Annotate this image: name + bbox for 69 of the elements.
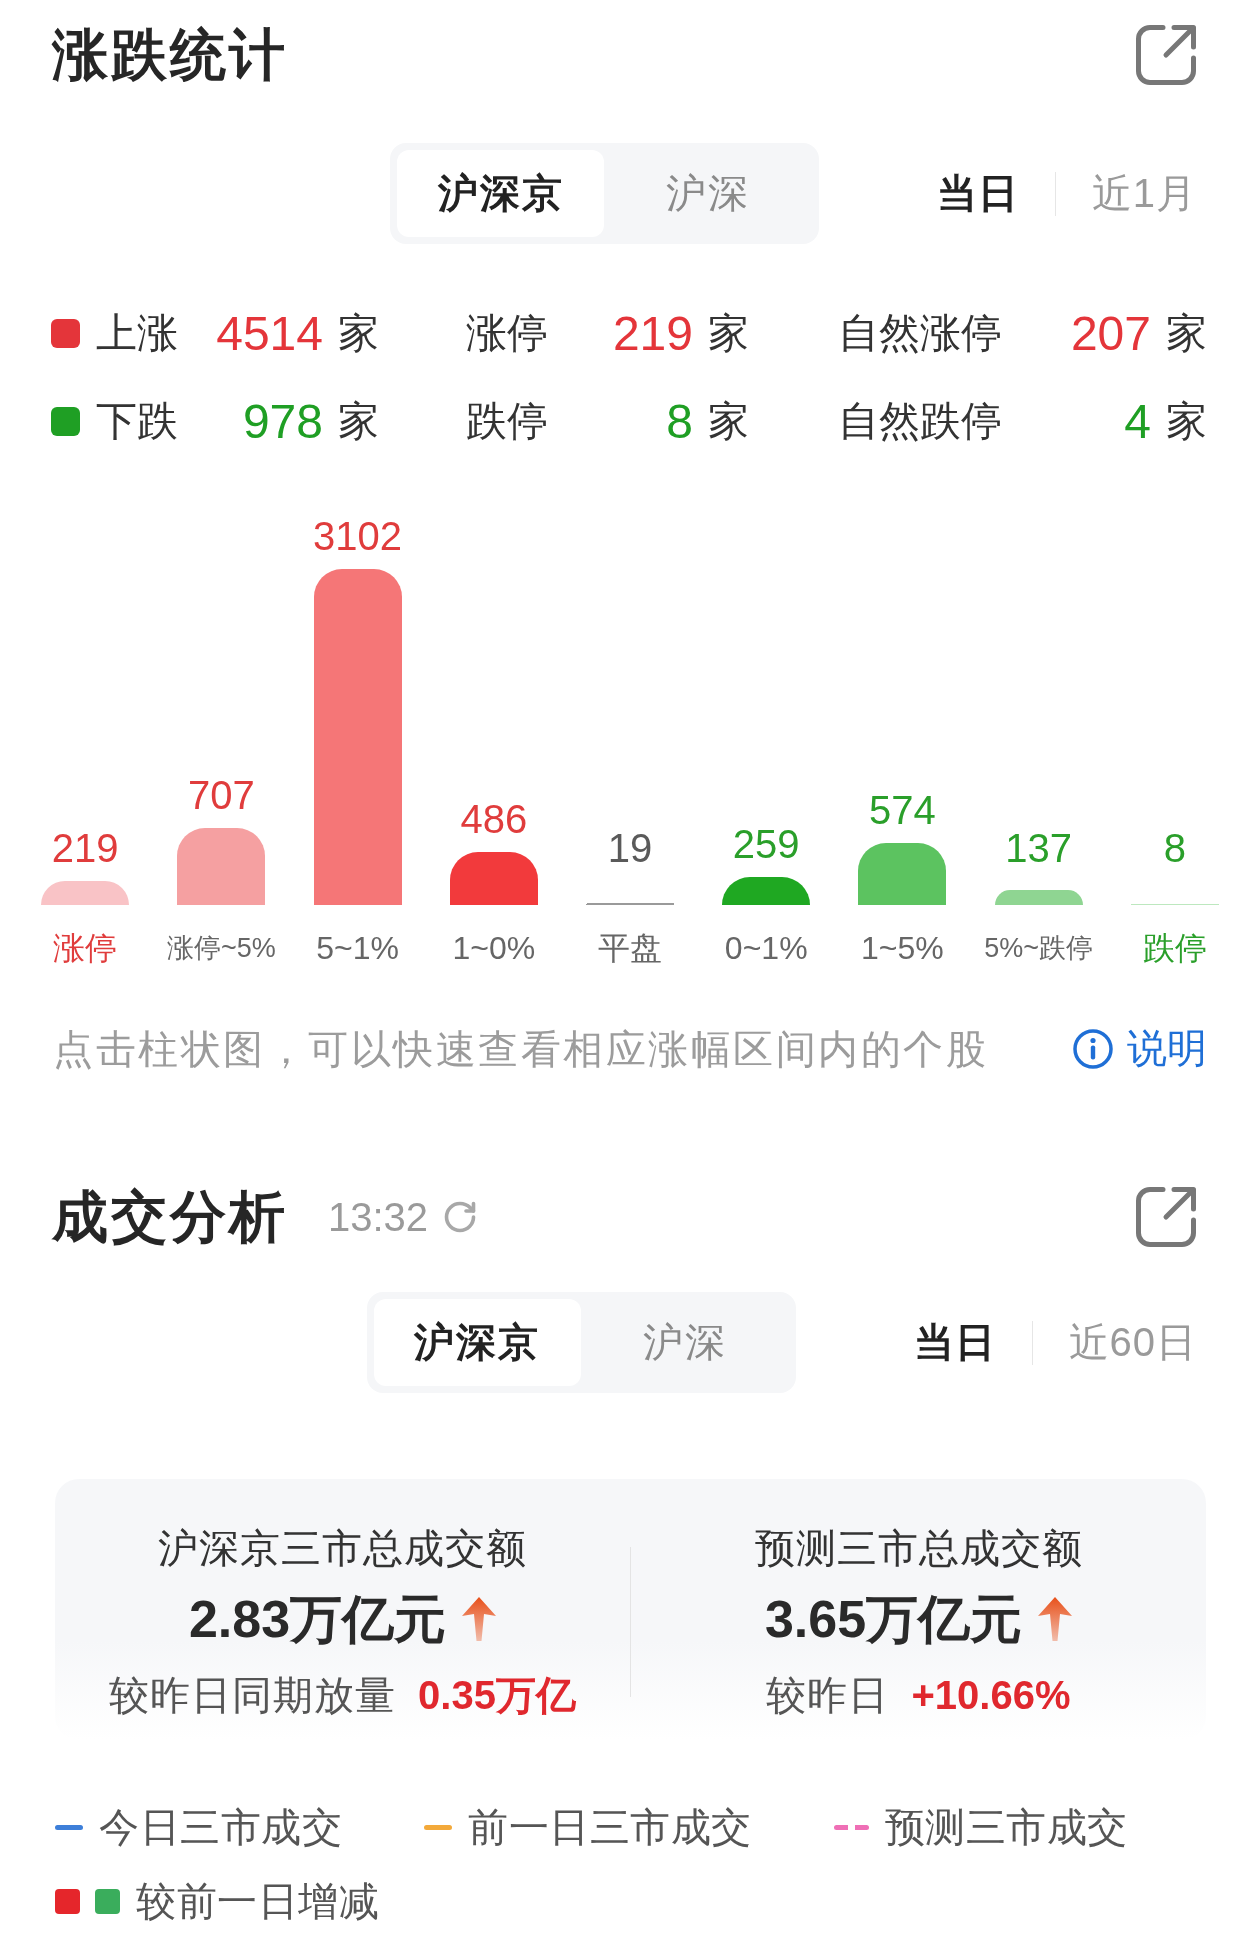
stat-label: 自然跌停 xyxy=(838,396,1003,446)
stat-unit: 家 xyxy=(337,308,380,358)
stat-value: 207 xyxy=(1069,305,1151,361)
market-tab[interactable]: 沪深京 xyxy=(396,150,605,237)
legend-label: 前一日三市成交 xyxy=(468,1803,752,1851)
period-tab[interactable]: 当日 xyxy=(936,166,1019,221)
market-tab[interactable]: 沪深京 xyxy=(373,1299,581,1386)
summary-note-value: +10.66% xyxy=(911,1672,1071,1719)
chart-bar[interactable] xyxy=(858,843,946,905)
summary-amount: 2.83万亿元 xyxy=(188,1589,447,1650)
stat-value: 8 xyxy=(665,393,693,449)
chart-bar[interactable] xyxy=(995,890,1083,905)
bar-value-label: 486 xyxy=(460,797,528,841)
summary-amount: 3.65万亿元 xyxy=(764,1589,1023,1650)
summary-note-label: 较昨日同期放量 xyxy=(109,1672,397,1719)
info-icon xyxy=(1073,1028,1113,1069)
category-label: 涨停~5% xyxy=(166,932,276,963)
hint-text: 点击柱状图，可以快速查看相应涨幅区间内的个股 xyxy=(53,1025,988,1073)
period-tab[interactable]: 近1月 xyxy=(1091,166,1197,221)
summary-title: 预测三市总成交额 xyxy=(754,1525,1083,1572)
stat-value: 4 xyxy=(1123,393,1151,449)
stat-label: 自然涨停 xyxy=(838,308,1003,358)
stat-label: 涨停 xyxy=(466,308,549,358)
market-tab[interactable]: 沪深 xyxy=(581,1299,789,1386)
bar-value-label: 707 xyxy=(187,773,255,817)
summary-note-label: 较昨日 xyxy=(766,1672,890,1719)
category-label: 平盘 xyxy=(598,929,662,966)
stat-unit: 家 xyxy=(707,396,750,446)
section-title: 成交分析 xyxy=(52,1184,288,1250)
period-tab[interactable]: 近60日 xyxy=(1068,1315,1197,1370)
stat-unit: 家 xyxy=(337,396,380,446)
summary-note-value: 0.35万亿 xyxy=(418,1672,576,1719)
chart-bar[interactable] xyxy=(177,828,265,905)
external-link-icon[interactable] xyxy=(1134,23,1198,87)
stat-value: 4514 xyxy=(215,305,323,361)
section-title: 涨跌统计 xyxy=(52,22,288,88)
stat-label: 下跌 xyxy=(96,396,179,446)
stat-label: 上涨 xyxy=(96,308,179,358)
legend-label: 较前一日增减 xyxy=(136,1877,379,1925)
category-label: 1~5% xyxy=(861,929,944,966)
bar-value-label: 3102 xyxy=(313,514,403,558)
period-tab[interactable]: 当日 xyxy=(913,1315,996,1370)
stat-value: 978 xyxy=(241,393,323,449)
bar-value-label: 137 xyxy=(1005,826,1073,870)
bar-value-label: 259 xyxy=(732,822,800,866)
stat-unit: 家 xyxy=(1165,308,1206,358)
market-tab[interactable]: 沪深 xyxy=(604,150,812,237)
bar-value-label: 219 xyxy=(51,826,119,870)
external-link-icon[interactable] xyxy=(1134,1185,1198,1249)
category-label: 0~1% xyxy=(724,929,808,966)
category-label: 1~0% xyxy=(452,929,536,966)
category-label: 涨停 xyxy=(53,929,118,966)
stat-unit: 家 xyxy=(707,308,750,358)
update-time: 13:32 xyxy=(328,1194,429,1240)
category-label: 跌停 xyxy=(1142,929,1207,966)
summary-title: 沪深京三市总成交额 xyxy=(158,1525,527,1572)
bar-value-label: 574 xyxy=(869,788,936,832)
stat-value: 219 xyxy=(611,305,693,361)
bar-value-label: 8 xyxy=(1163,826,1186,870)
legend-label: 今日三市成交 xyxy=(99,1803,342,1851)
stat-unit: 家 xyxy=(1165,396,1206,446)
chart-bar[interactable] xyxy=(450,852,538,905)
category-label: 5~1% xyxy=(316,929,399,966)
stat-label: 跌停 xyxy=(466,396,549,446)
chart-bar[interactable] xyxy=(722,877,810,905)
help-link[interactable]: 说明 xyxy=(1073,1021,1207,1076)
category-label: 5%~跌停 xyxy=(984,932,1094,963)
legend-label: 预测三市成交 xyxy=(884,1803,1128,1851)
bar-value-label: 19 xyxy=(607,826,653,870)
